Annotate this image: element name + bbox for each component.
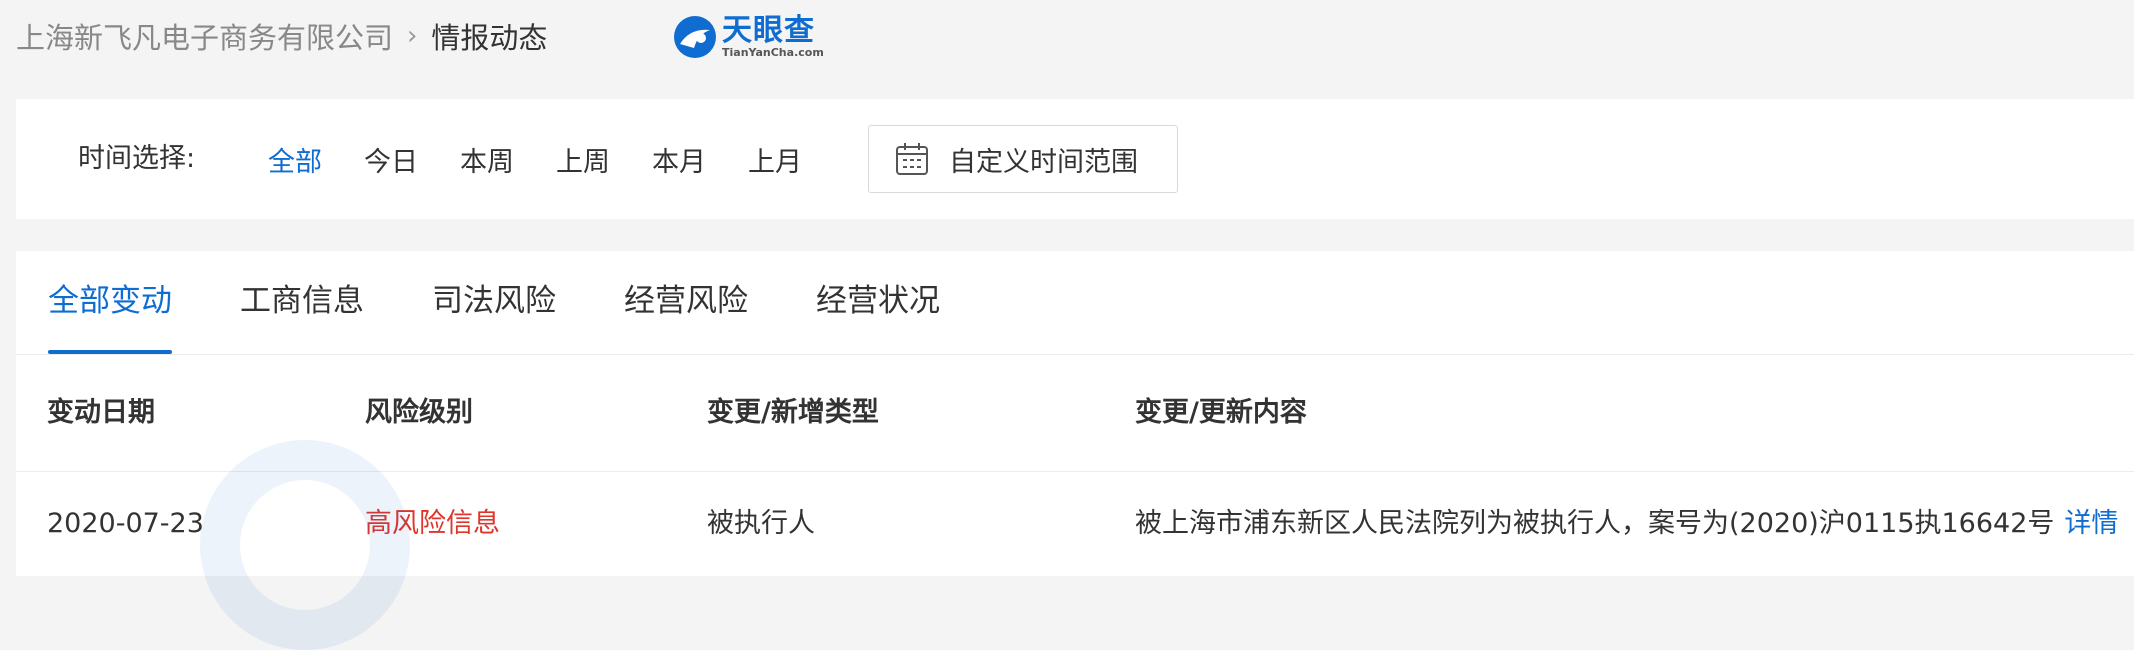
table-row: 2020-07-23 高风险信息 被执行人 被上海市浦东新区人民法院列为被执行人… <box>16 472 2134 576</box>
time-filter-label: 时间选择: <box>78 143 196 174</box>
header-change-content: 变更/更新内容 <box>1135 397 1307 428</box>
row-change-content: 被上海市浦东新区人民法院列为被执行人，案号为(2020)沪0115执16642号… <box>1135 472 2118 576</box>
row-change-type: 被执行人 <box>707 508 815 539</box>
header-risk-level: 风险级别 <box>365 397 473 428</box>
category-tabs: 全部变动 工商信息 司法风险 经营风险 经营状况 <box>16 251 2134 355</box>
calendar-icon <box>896 143 928 175</box>
custom-range-label: 自定义时间范围 <box>949 146 1138 178</box>
time-filter-options: 全部 今日 本周 上周 本月 上月 <box>268 99 844 219</box>
breadcrumb: 上海新飞凡电子商务有限公司 › 情报动态 <box>16 14 547 58</box>
tab-all-changes[interactable]: 全部变动 <box>48 251 172 354</box>
row-content-text: 被上海市浦东新区人民法院列为被执行人，案号为(2020)沪0115执16642号 <box>1135 508 2055 539</box>
custom-range-button[interactable]: 自定义时间范围 <box>868 125 1178 193</box>
tianyancha-logo[interactable]: 天眼查 TianYanCha.com <box>672 14 824 60</box>
time-option-this-week[interactable]: 本周 <box>460 140 514 179</box>
tab-operating-risk[interactable]: 经营风险 <box>624 251 748 354</box>
row-date: 2020-07-23 <box>47 508 204 539</box>
logo-domain: TianYanCha.com <box>722 46 824 59</box>
time-option-last-month[interactable]: 上月 <box>748 140 802 179</box>
table-header: 变动日期 风险级别 变更/新增类型 变更/更新内容 <box>16 355 2134 472</box>
breadcrumb-company[interactable]: 上海新飞凡电子商务有限公司 <box>16 15 393 57</box>
row-risk-level: 高风险信息 <box>365 508 500 539</box>
time-option-all[interactable]: 全部 <box>268 140 322 179</box>
tab-business-info[interactable]: 工商信息 <box>240 251 364 354</box>
header-change-type: 变更/新增类型 <box>707 397 879 428</box>
time-option-today[interactable]: 今日 <box>364 140 418 179</box>
eye-logo-icon <box>674 16 716 58</box>
time-filter-panel: 时间选择: 全部 今日 本周 上周 本月 上月 自定义时间范围 <box>16 99 2134 219</box>
logo-name: 天眼查 <box>722 13 815 48</box>
chevron-right-icon: › <box>407 21 418 51</box>
changes-panel: 全部变动 工商信息 司法风险 经营风险 经营状况 变动日期 风险级别 变更/新增… <box>16 251 2134 576</box>
header-change-date: 变动日期 <box>47 397 155 428</box>
time-option-this-month[interactable]: 本月 <box>652 140 706 179</box>
time-option-last-week[interactable]: 上周 <box>556 140 610 179</box>
tab-judicial-risk[interactable]: 司法风险 <box>432 251 556 354</box>
breadcrumb-page: 情报动态 <box>431 21 548 55</box>
tab-operating-status[interactable]: 经营状况 <box>816 251 940 354</box>
row-detail-link[interactable]: 详情 <box>2064 508 2118 539</box>
